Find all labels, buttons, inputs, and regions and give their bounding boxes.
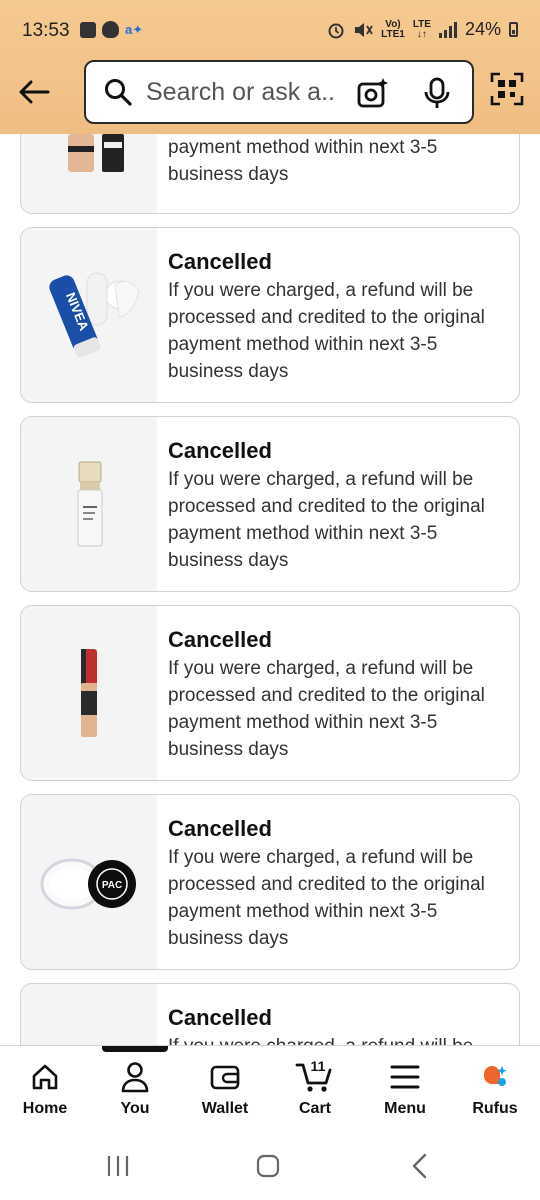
bottom-navigation: Home You Wallet 11 Cart Menu Rufus (0, 1045, 540, 1130)
order-card[interactable]: PAC Cancelled If you were charged, a ref… (20, 794, 520, 970)
order-card[interactable]: NIVEA Cancelled If you were charged, a r… (20, 227, 520, 403)
order-status: Cancelled (168, 438, 272, 463)
mute-icon (355, 22, 373, 37)
active-tab-indicator (102, 1046, 168, 1052)
search-input[interactable]: Search or ask a... (84, 60, 474, 124)
screen: payment method within next 3-5 business … (0, 0, 540, 1200)
nav-cart[interactable]: 11 Cart (270, 1058, 360, 1118)
voice-search-button[interactable] (420, 76, 454, 110)
order-card[interactable]: Cancelled If you were charged, a refund … (20, 983, 520, 1045)
nivea-lip-balm-image: NIVEA (49, 272, 140, 358)
battery-percent: 24% (464, 19, 501, 39)
recent-apps-button[interactable] (98, 1150, 138, 1182)
nav-home-label: Home (22, 1100, 68, 1117)
back-button[interactable] (14, 72, 54, 112)
volte-label: Vo) (385, 18, 401, 30)
home-icon (32, 1064, 58, 1090)
camera-sparkle-icon (357, 78, 388, 108)
qr-scan-button[interactable] (490, 72, 524, 106)
order-message: If you were charged, a refund will be (168, 1033, 513, 1045)
signal-icon (438, 21, 457, 38)
back-arrow-icon (19, 80, 50, 104)
cart-count-badge: 11 (310, 1058, 326, 1074)
rufus-ai-icon (484, 1066, 507, 1086)
product-thumbnail[interactable] (21, 606, 157, 780)
product-thumbnail[interactable]: PAC (21, 795, 157, 969)
order-message: payment method within next 3-5 business … (168, 137, 438, 185)
product-thumbnail[interactable]: NIVEA (21, 228, 157, 402)
recent-apps-icon (107, 1156, 129, 1176)
nav-you[interactable]: You (90, 1060, 180, 1118)
product-thumbnail[interactable] (21, 984, 157, 1045)
order-status: Cancelled (168, 249, 272, 274)
battery-icon (509, 22, 518, 37)
status-time: 13:53 (22, 20, 70, 41)
nav-home[interactable]: Home (0, 1060, 90, 1118)
gallery-icon (80, 21, 96, 38)
order-message: If you were charged, a refund will be pr… (168, 658, 485, 760)
search-placeholder: Search or ask a... (146, 77, 336, 106)
order-message: If you were charged, a refund will be pr… (168, 469, 485, 571)
back-chevron-icon (412, 1153, 427, 1179)
wallet-icon (210, 1065, 240, 1090)
orders-list[interactable]: payment method within next 3-5 business … (0, 0, 540, 1045)
order-card[interactable]: Cancelled If you were charged, a refund … (20, 416, 520, 592)
loose-powder-jar-image: PAC (40, 858, 136, 910)
alarm-icon (328, 23, 344, 38)
hamburger-menu-icon (390, 1065, 420, 1089)
nav-rufus-label: Rufus (472, 1100, 518, 1117)
nav-rufus[interactable]: Rufus (450, 1060, 540, 1118)
home-system-button[interactable] (248, 1150, 288, 1182)
order-status: Cancelled (168, 816, 272, 841)
system-navigation-bar (0, 1130, 540, 1200)
qr-code-icon (490, 72, 524, 106)
nav-cart-label: Cart (298, 1100, 331, 1117)
app-header: 13:53 a✦ Vo) LTE1 LTE ↓↑ 24% Search or a… (0, 0, 540, 134)
data-arrows-icon: ↓↑ (416, 28, 427, 40)
lte-sub-label: LTE1 (381, 28, 405, 40)
lte-label: LTE (412, 18, 431, 30)
person-icon (121, 1062, 149, 1093)
nav-menu-label: Menu (384, 1100, 426, 1117)
order-status: Cancelled (168, 627, 272, 652)
nav-you-label: You (120, 1100, 150, 1117)
pac-label: PAC (102, 880, 122, 891)
back-system-button[interactable] (400, 1150, 440, 1182)
snapchat-icon (102, 21, 119, 38)
order-card[interactable]: Cancelled If you were charged, a refund … (20, 605, 520, 781)
product-thumbnail[interactable] (21, 417, 157, 591)
concealer-tube-image (81, 649, 97, 737)
ai-icon: a✦ (125, 21, 144, 37)
status-bar: 13:53 a✦ Vo) LTE1 LTE ↓↑ 24% (0, 0, 540, 60)
camera-search-button[interactable] (356, 76, 390, 110)
search-icon (105, 79, 132, 106)
nav-wallet[interactable]: Wallet (180, 1060, 270, 1118)
order-status: Cancelled (168, 1005, 272, 1030)
order-message: If you were charged, a refund will be pr… (168, 847, 485, 949)
order-message: If you were charged, a refund will be pr… (168, 280, 485, 382)
home-square-icon (256, 1154, 280, 1178)
microphone-icon (424, 77, 450, 108)
nav-wallet-label: Wallet (201, 1100, 249, 1117)
nav-menu[interactable]: Menu (360, 1060, 450, 1118)
serum-bottle-image (77, 461, 103, 547)
